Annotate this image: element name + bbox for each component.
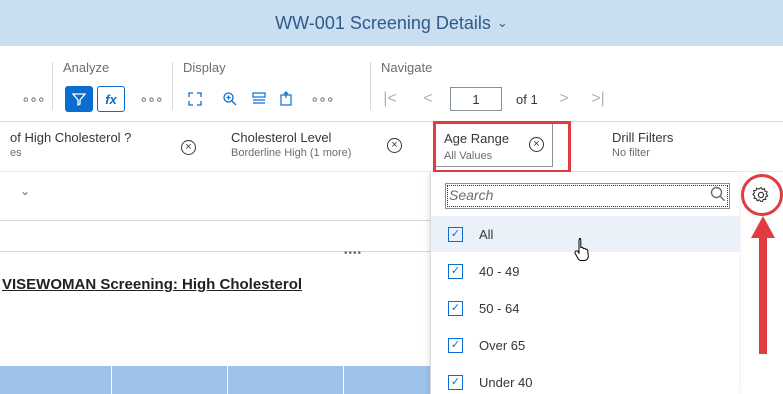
report-input-row[interactable] bbox=[0, 220, 430, 252]
checkbox[interactable]: ✓ bbox=[448, 226, 463, 242]
fullscreen-icon[interactable] bbox=[183, 86, 207, 112]
more-options-icon[interactable]: ∘∘∘ bbox=[20, 86, 46, 112]
remove-filter-icon[interactable]: × bbox=[181, 140, 196, 155]
option-over-65[interactable]: ✓ Over 65 bbox=[431, 327, 740, 363]
option-label: 40 - 49 bbox=[479, 263, 520, 279]
page-number-input[interactable]: 1 bbox=[450, 87, 502, 111]
search-placeholder: Search bbox=[449, 187, 494, 203]
checkbox[interactable]: ✓ bbox=[448, 263, 463, 279]
filter-title: Drill Filters bbox=[612, 130, 674, 145]
option-under-40[interactable]: ✓ Under 40 bbox=[431, 364, 740, 394]
table-header-cell bbox=[228, 366, 344, 394]
more-analyze-icon[interactable]: ∘∘∘ bbox=[138, 86, 164, 112]
report-header-row: ⌄ bbox=[0, 172, 430, 220]
chevron-down-icon[interactable]: ⌄ bbox=[497, 15, 508, 31]
table-header-cell bbox=[344, 366, 430, 394]
option-label: Over 65 bbox=[479, 337, 526, 353]
search-icon[interactable] bbox=[709, 185, 727, 203]
zoom-icon[interactable] bbox=[218, 86, 242, 112]
report-heading: VISEWOMAN Screening: High Cholesterol bbox=[2, 276, 303, 293]
checkbox[interactable]: ✓ bbox=[448, 337, 463, 353]
navigate-group-label: Navigate bbox=[381, 60, 433, 75]
toolbar-divider bbox=[172, 62, 173, 110]
filter-chip-cholesterol-level[interactable]: Cholesterol Level Borderline High (1 mor… bbox=[231, 130, 351, 159]
checkbox[interactable]: ✓ bbox=[448, 300, 463, 316]
highlight-annotation-box bbox=[433, 121, 571, 173]
layout-icon[interactable] bbox=[247, 86, 271, 112]
table-header-cell bbox=[112, 366, 228, 394]
toolbar-divider bbox=[52, 62, 53, 110]
filter-title: Cholesterol Level bbox=[231, 130, 332, 145]
table-header-cell bbox=[0, 366, 112, 394]
display-group-label: Display bbox=[183, 60, 226, 75]
next-page-icon[interactable]: > bbox=[554, 86, 574, 112]
chevron-down-icon[interactable]: ⌄ bbox=[20, 184, 30, 198]
checkbox[interactable]: ✓ bbox=[448, 374, 463, 390]
table-header-row bbox=[0, 366, 430, 394]
option-label: Under 40 bbox=[479, 374, 533, 390]
more-display-icon[interactable]: ∘∘∘ bbox=[309, 86, 335, 112]
filter-value: No filter bbox=[612, 147, 650, 159]
filter-title: of High Cholesterol ? bbox=[10, 130, 132, 145]
remove-filter-icon[interactable]: × bbox=[387, 138, 402, 153]
highlight-annotation-circle bbox=[741, 174, 783, 216]
resize-handle[interactable]: •••• bbox=[344, 248, 362, 259]
formula-button[interactable]: fx bbox=[97, 86, 125, 112]
analyze-group-label: Analyze bbox=[63, 60, 110, 75]
arrow-up-icon bbox=[751, 216, 775, 354]
filter-value: Borderline High (1 more) bbox=[231, 147, 352, 159]
title-bar[interactable]: WW-001 Screening Details ⌄ bbox=[0, 0, 783, 46]
story-title[interactable]: WW-001 Screening Details bbox=[275, 13, 491, 34]
filter-chip-high-cholesterol[interactable]: of High Cholesterol ? es bbox=[10, 130, 131, 159]
hand-cursor-icon bbox=[574, 238, 589, 261]
previous-page-icon[interactable]: < bbox=[418, 86, 438, 112]
filter-value: es bbox=[10, 147, 22, 159]
filter-icon bbox=[72, 93, 86, 106]
filter-bar: of High Cholesterol ? es × Cholesterol L… bbox=[0, 122, 783, 172]
first-page-icon[interactable]: |< bbox=[380, 86, 400, 112]
option-label: 50 - 64 bbox=[479, 300, 520, 316]
page-count: of 1 bbox=[516, 92, 538, 107]
toolbar: ∘∘∘ Analyze fx ∘∘∘ Display ∘∘∘ Navigate … bbox=[0, 46, 783, 122]
filter-chip-drill-filters[interactable]: Drill Filters No filter bbox=[612, 130, 673, 159]
toolbar-divider bbox=[370, 62, 371, 110]
option-50-64[interactable]: ✓ 50 - 64 bbox=[431, 290, 740, 326]
age-range-dropdown: Search ✓ All ✓ 40 - 49 ✓ 50 - 64 ✓ Over … bbox=[430, 172, 740, 394]
export-icon[interactable] bbox=[274, 86, 298, 112]
filter-button[interactable] bbox=[65, 86, 93, 112]
last-page-icon[interactable]: >| bbox=[588, 86, 608, 112]
option-label: All bbox=[479, 226, 494, 242]
